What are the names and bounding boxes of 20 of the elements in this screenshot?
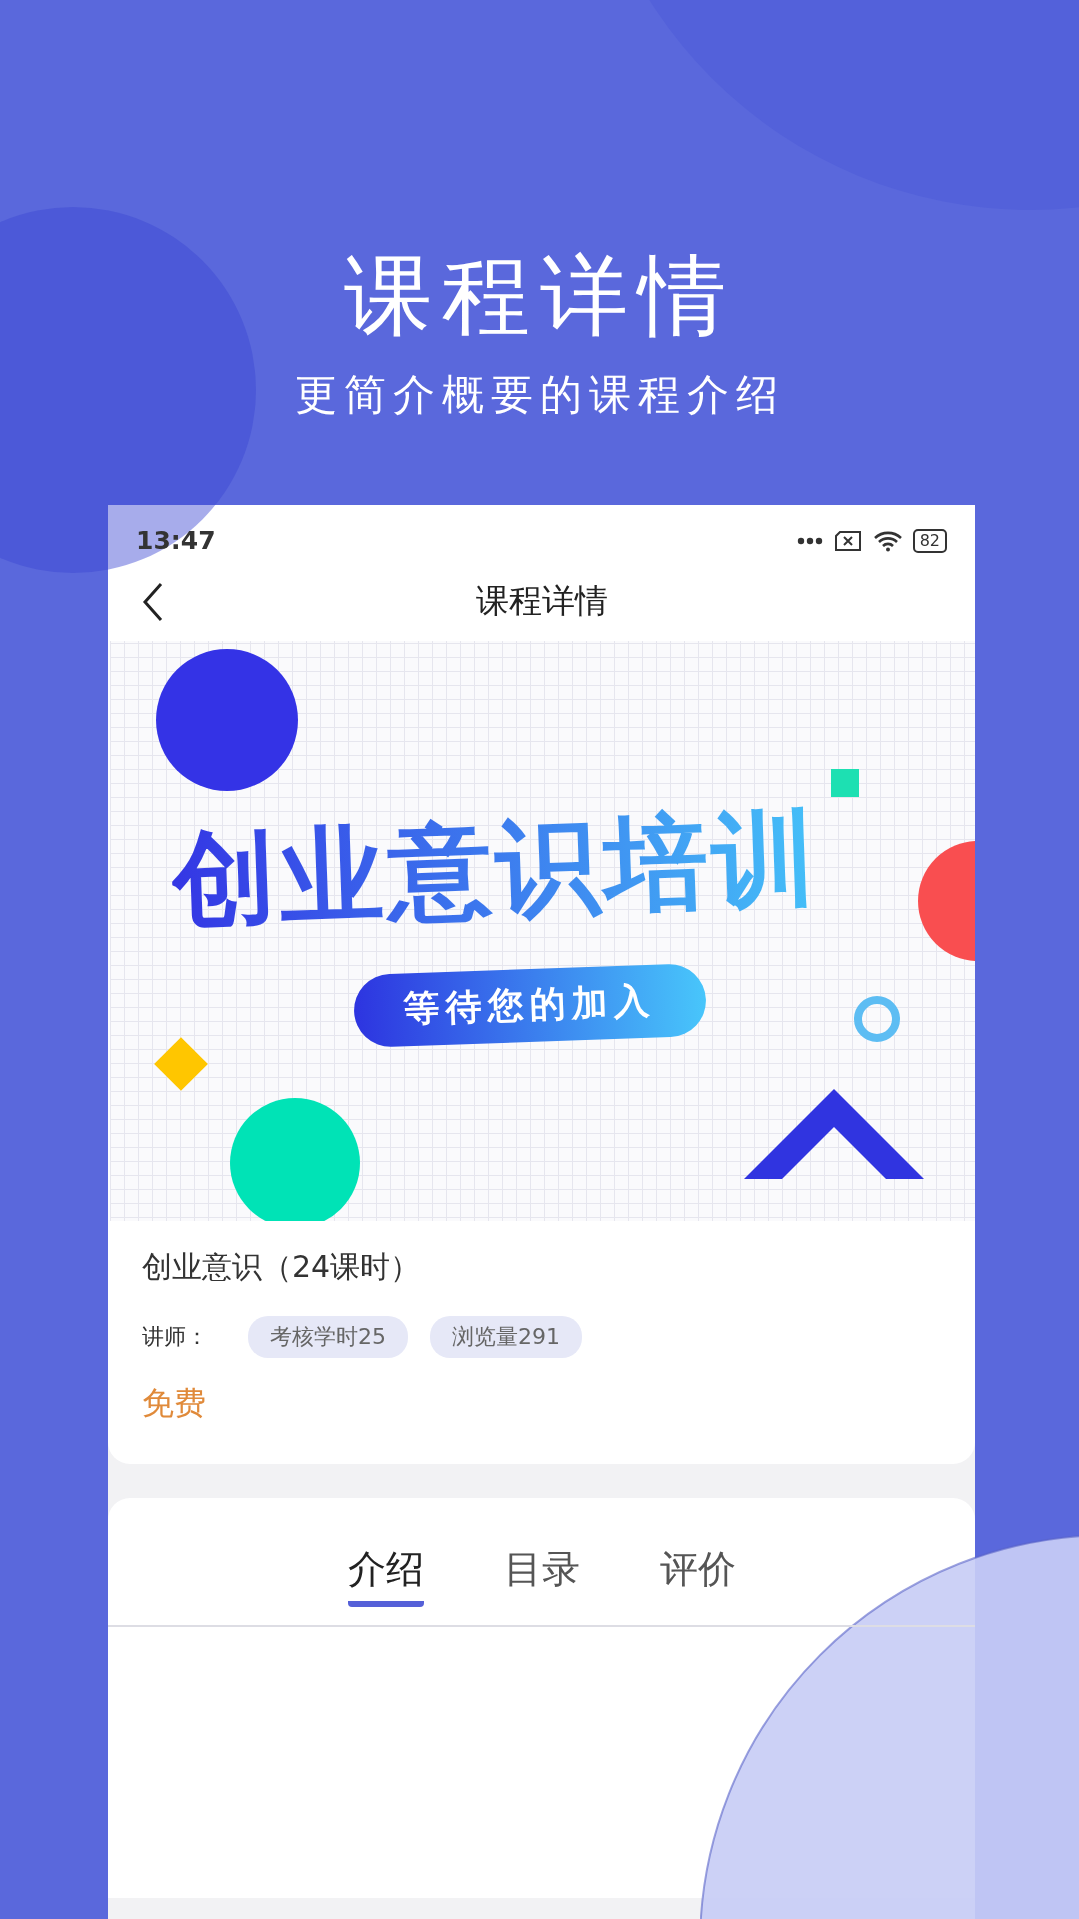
info-tag: 浏览量291 bbox=[430, 1315, 582, 1358]
battery-icon: 82 bbox=[912, 528, 947, 553]
promo-title: 课程详情 bbox=[343, 248, 736, 345]
wifi-icon bbox=[872, 529, 903, 552]
course-title: 创业意识（24课时） bbox=[142, 1247, 422, 1286]
price: 免费 bbox=[142, 1382, 207, 1424]
more-dots-icon bbox=[796, 536, 823, 545]
square-shape bbox=[831, 768, 859, 797]
ring-shape bbox=[854, 995, 900, 1042]
banner-pill: 等待您的加入 bbox=[352, 962, 708, 1048]
status-time: 13:47 bbox=[136, 526, 216, 556]
teacher-label: 讲师： bbox=[142, 1322, 208, 1351]
tab[interactable]: 目录 bbox=[503, 1543, 580, 1607]
tab[interactable]: 评价 bbox=[659, 1543, 736, 1607]
page-title: 课程详情 bbox=[475, 580, 608, 623]
info-tag: 考核学时25 bbox=[248, 1315, 408, 1358]
no-sim-icon bbox=[832, 529, 863, 552]
back-icon[interactable] bbox=[142, 581, 164, 622]
tab[interactable]: 介绍 bbox=[347, 1543, 424, 1607]
promo-subtitle: 更简介概要的课程介绍 bbox=[294, 368, 785, 421]
